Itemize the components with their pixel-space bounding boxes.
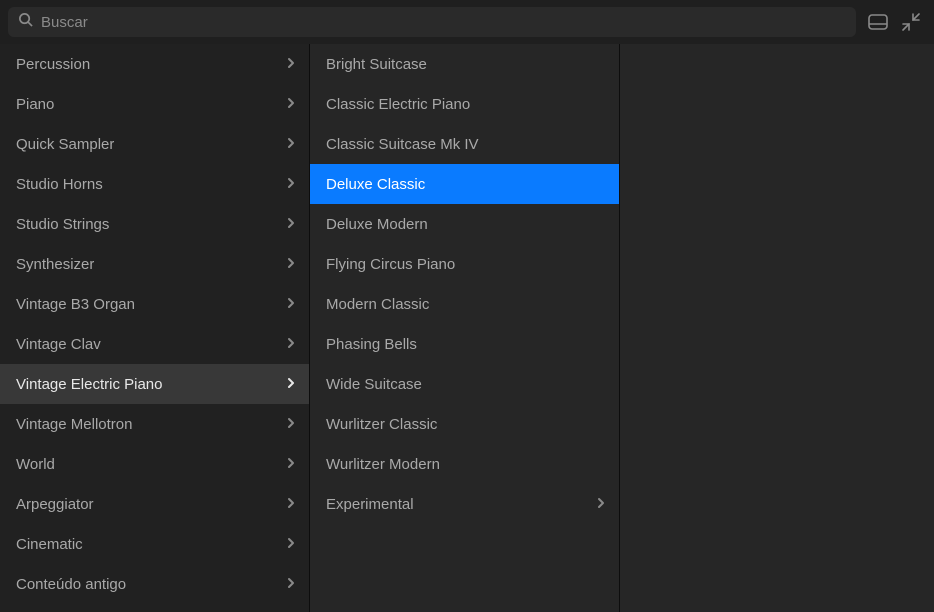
detail-column: [620, 44, 934, 612]
category-item[interactable]: Studio Strings: [0, 204, 309, 244]
preset-item[interactable]: Wurlitzer Classic: [310, 404, 619, 444]
preset-item[interactable]: Phasing Bells: [310, 324, 619, 364]
category-item[interactable]: Quick Sampler: [0, 124, 309, 164]
preset-item[interactable]: Deluxe Modern: [310, 204, 619, 244]
category-item[interactable]: Vintage Mellotron: [0, 404, 309, 444]
chevron-right-icon: [287, 336, 295, 353]
toolbar-right: [868, 13, 926, 31]
chevron-right-icon: [287, 216, 295, 233]
chevron-right-icon: [287, 56, 295, 73]
chevron-right-icon: [287, 176, 295, 193]
category-column: Percussion Piano Quick Sampler Studio Horns…: [0, 44, 310, 612]
chevron-right-icon: [597, 496, 605, 513]
category-item-label: Vintage Electric Piano: [16, 376, 162, 393]
category-item[interactable]: World: [0, 444, 309, 484]
preset-item-label: Experimental: [326, 496, 414, 513]
preset-item[interactable]: Wurlitzer Modern: [310, 444, 619, 484]
search-input[interactable]: [41, 14, 846, 31]
preset-item[interactable]: Flying Circus Piano: [310, 244, 619, 284]
chevron-right-icon: [287, 496, 295, 513]
preset-item[interactable]: Modern Classic: [310, 284, 619, 324]
preset-item-label: Phasing Bells: [326, 336, 417, 353]
category-item-label: Studio Strings: [16, 216, 109, 233]
category-item[interactable]: Cinematic: [0, 524, 309, 564]
chevron-right-icon: [287, 376, 295, 393]
preset-item[interactable]: Experimental: [310, 484, 619, 524]
search-container[interactable]: [8, 7, 856, 37]
category-item[interactable]: Conteúdo antigo: [0, 564, 309, 604]
view-mode-icon[interactable]: [868, 14, 888, 30]
category-item[interactable]: Piano: [0, 84, 309, 124]
category-item-label: Quick Sampler: [16, 136, 114, 153]
chevron-right-icon: [287, 136, 295, 153]
preset-item-label: Wide Suitcase: [326, 376, 422, 393]
preset-item-label: Classic Suitcase Mk IV: [326, 136, 479, 153]
category-item-label: Percussion: [16, 56, 90, 73]
preset-item-label: Deluxe Modern: [326, 216, 428, 233]
category-item[interactable]: Studio Horns: [0, 164, 309, 204]
category-item-label: Conteúdo antigo: [16, 576, 126, 593]
chevron-right-icon: [287, 576, 295, 593]
chevron-right-icon: [287, 416, 295, 433]
category-item-label: Vintage Clav: [16, 336, 101, 353]
category-item-label: Vintage B3 Organ: [16, 296, 135, 313]
preset-item-label: Flying Circus Piano: [326, 256, 455, 273]
preset-item-label: Modern Classic: [326, 296, 429, 313]
preset-item-label: Wurlitzer Classic: [326, 416, 437, 433]
category-item-label: Vintage Mellotron: [16, 416, 132, 433]
category-item-label: Synthesizer: [16, 256, 94, 273]
category-item[interactable]: Vintage Electric Piano: [0, 364, 309, 404]
category-item-label: World: [16, 456, 55, 473]
preset-column: Bright Suitcase Classic Electric Piano Cla…: [310, 44, 620, 612]
category-item-label: Piano: [16, 96, 54, 113]
category-item[interactable]: Synthesizer: [0, 244, 309, 284]
preset-item-label: Wurlitzer Modern: [326, 456, 440, 473]
category-item[interactable]: Vintage Clav: [0, 324, 309, 364]
chevron-right-icon: [287, 456, 295, 473]
preset-item[interactable]: Wide Suitcase: [310, 364, 619, 404]
category-item-label: Arpeggiator: [16, 496, 94, 513]
category-item[interactable]: Vintage B3 Organ: [0, 284, 309, 324]
preset-item[interactable]: Deluxe Classic: [310, 164, 619, 204]
preset-item-label: Classic Electric Piano: [326, 96, 470, 113]
chevron-right-icon: [287, 256, 295, 273]
category-item-label: Cinematic: [16, 536, 83, 553]
search-icon: [18, 12, 33, 32]
preset-item[interactable]: Classic Electric Piano: [310, 84, 619, 124]
preset-item[interactable]: Classic Suitcase Mk IV: [310, 124, 619, 164]
chevron-right-icon: [287, 296, 295, 313]
top-bar: [0, 0, 934, 44]
preset-item[interactable]: Bright Suitcase: [310, 44, 619, 84]
category-item[interactable]: Percussion: [0, 44, 309, 84]
collapse-icon[interactable]: [902, 13, 920, 31]
category-item-label: Studio Horns: [16, 176, 103, 193]
preset-item-label: Bright Suitcase: [326, 56, 427, 73]
chevron-right-icon: [287, 96, 295, 113]
browser-columns: Percussion Piano Quick Sampler Studio Horns…: [0, 44, 934, 612]
preset-item-label: Deluxe Classic: [326, 176, 425, 193]
category-item[interactable]: Arpeggiator: [0, 484, 309, 524]
chevron-right-icon: [287, 536, 295, 553]
